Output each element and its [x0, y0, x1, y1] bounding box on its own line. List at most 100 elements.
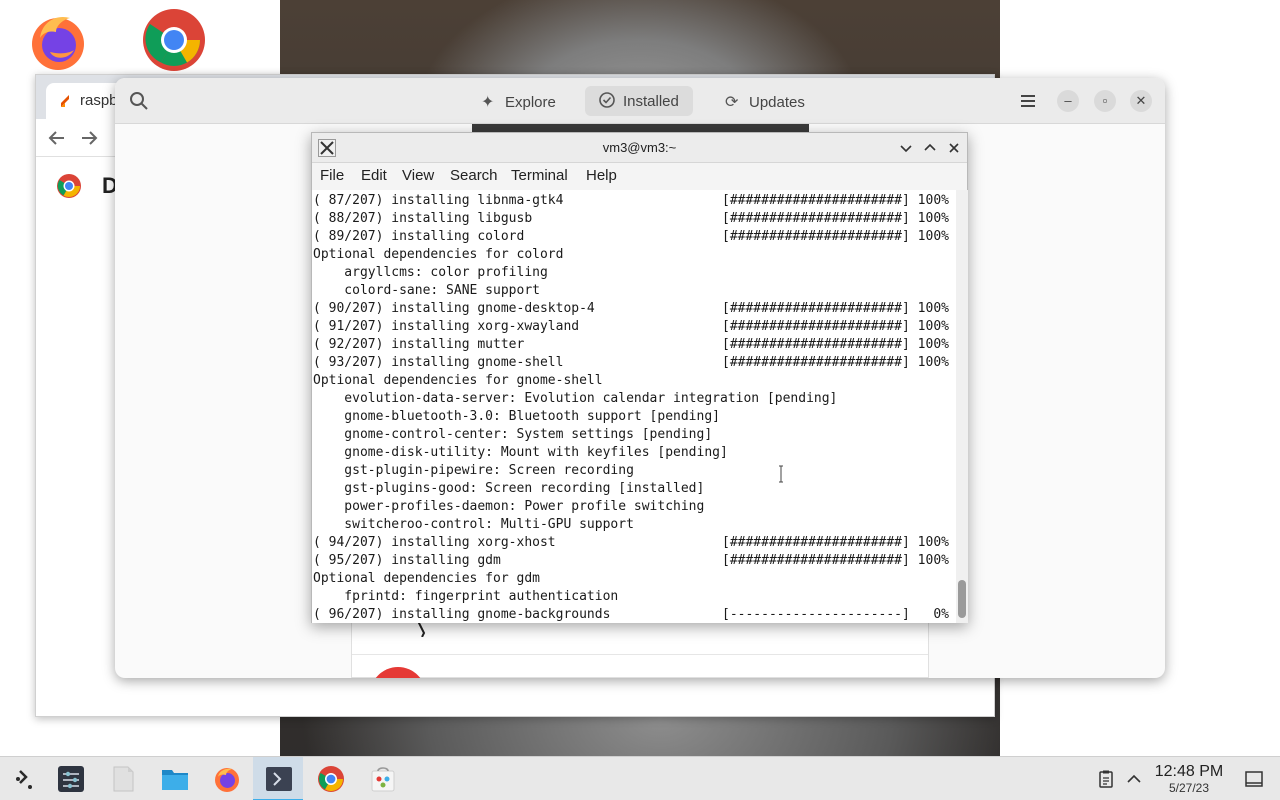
taskbar-file-manager[interactable] — [149, 757, 199, 800]
menu-search[interactable]: Search — [450, 167, 498, 184]
tab-updates-label: Updates — [749, 94, 805, 111]
terminal-line-text: fprintd: fingerprint authentication — [313, 589, 619, 604]
terminal-line-text: Optional dependencies for colord — [313, 247, 564, 262]
terminal-output-line: ( 93/207) installing gnome-shell [#######… — [313, 354, 949, 372]
menu-view[interactable]: View — [402, 167, 434, 184]
terminal-line-text: ( 95/207) installing gdm — [313, 553, 501, 568]
terminal-output-line: gnome-control-center: System settings [p… — [313, 426, 712, 444]
firefox-icon — [213, 765, 241, 793]
chevron-up-icon[interactable] — [921, 139, 939, 157]
scrollbar-thumb[interactable] — [958, 580, 966, 618]
terminal-line-text: ( 90/207) installing gnome-desktop-4 — [313, 301, 595, 316]
install-progress-bar-text: [######################] 100% — [722, 535, 949, 550]
show-desktop-icon[interactable] — [1244, 769, 1264, 789]
terminal-line-text: Optional dependencies for gdm — [313, 571, 540, 586]
tab-installed-label: Installed — [623, 93, 679, 110]
menu-help[interactable]: Help — [586, 167, 617, 184]
software-store-icon — [369, 765, 397, 793]
tray-expand-chevron-up-icon[interactable] — [1124, 769, 1144, 789]
install-progress-bar-text: [----------------------] 0% — [722, 607, 949, 622]
terminal-scrollbar[interactable] — [956, 190, 968, 623]
progress-indicator-bar — [472, 124, 809, 132]
minimize-button[interactable]: – — [1057, 90, 1079, 112]
terminal-line-text: ( 91/207) installing xorg-xwayland — [313, 319, 580, 334]
terminal-icon — [265, 765, 293, 793]
forward-arrow-icon[interactable] — [78, 127, 100, 149]
text-cursor-icon — [779, 465, 783, 483]
terminal-output-line: fprintd: fingerprint authentication — [313, 588, 618, 606]
terminal-output-line: Optional dependencies for colord — [313, 246, 563, 264]
launcher-icon — [12, 765, 40, 793]
clock-date[interactable]: 5/27/23 — [1150, 781, 1228, 795]
terminal-line-text: gst-plugins-good: Screen recording [inst… — [313, 481, 705, 496]
tab-installed[interactable]: Installed — [585, 86, 693, 116]
terminal-output[interactable]: ( 87/207) installing libnma-gtk4 [#######… — [312, 190, 956, 623]
maximize-button[interactable]: ▫ — [1094, 90, 1116, 112]
installed-check-icon — [599, 92, 617, 111]
terminal-output-line: ( 92/207) installing mutter [############… — [313, 336, 949, 354]
page-chrome-icon — [56, 173, 82, 199]
terminal-line-text: argyllcms: color profiling — [313, 265, 548, 280]
terminal-output-line: ( 87/207) installing libnma-gtk4 [#######… — [313, 192, 949, 210]
terminal-line-text: gst-plugin-pipewire: Screen recording — [313, 463, 634, 478]
close-icon[interactable] — [945, 139, 963, 157]
browser-tab-title: raspb — [80, 92, 118, 109]
terminal-line-text: gnome-bluetooth-3.0: Bluetooth support [… — [313, 409, 720, 424]
terminal-output-line: gnome-disk-utility: Mount with keyfiles … — [313, 444, 728, 462]
terminal-output-line: gst-plugin-pipewire: Screen recording — [313, 462, 634, 480]
app-icon — [370, 667, 426, 678]
tab-favicon-icon — [58, 93, 72, 109]
chrome-icon — [317, 765, 345, 793]
install-progress-bar-text: [######################] 100% — [722, 337, 949, 352]
terminal-line-text: Optional dependencies for gnome-shell — [313, 373, 603, 388]
install-progress-bar-text: [######################] 100% — [722, 229, 949, 244]
menu-edit[interactable]: Edit — [361, 167, 387, 184]
clipboard-icon[interactable] — [1096, 769, 1116, 789]
terminal-line-text: ( 88/207) installing libgusb — [313, 211, 533, 226]
taskbar-system-settings[interactable] — [45, 757, 95, 800]
taskbar-launcher[interactable] — [0, 757, 50, 800]
terminal-line-text: power-profiles-daemon: Power profile swi… — [313, 499, 705, 514]
desktop-chrome-icon[interactable] — [142, 8, 206, 72]
taskbar: 12:48 PM 5/27/23 — [0, 756, 1280, 800]
terminal-line-text: colord-sane: SANE support — [313, 283, 540, 298]
terminal-output-line: ( 95/207) installing gdm [###############… — [313, 552, 949, 570]
hamburger-menu-icon[interactable] — [1017, 90, 1039, 112]
terminal-output-line: ( 88/207) installing libgusb [###########… — [313, 210, 949, 228]
install-progress-bar-text: [######################] 100% — [722, 553, 949, 568]
terminal-line-text: gnome-control-center: System settings [p… — [313, 427, 713, 442]
clock-time[interactable]: 12:48 PM — [1150, 763, 1228, 781]
tab-updates[interactable]: ⟳ Updates — [711, 86, 819, 116]
desktop-firefox-icon[interactable] — [26, 8, 90, 72]
list-item-fragment — [417, 620, 426, 638]
explore-icon: ✦ — [481, 94, 495, 111]
terminal-line-text: gnome-disk-utility: Mount with keyfiles … — [313, 445, 728, 460]
close-button[interactable]: ✕ — [1130, 90, 1152, 112]
folder-icon — [161, 765, 189, 793]
terminal-output-line: Optional dependencies for gnome-shell — [313, 372, 603, 390]
terminal-output-line: ( 96/207) installing gnome-backgrounds [-… — [313, 606, 949, 623]
terminal-line-text: ( 89/207) installing colord — [313, 229, 525, 244]
back-arrow-icon[interactable] — [46, 127, 68, 149]
tab-explore[interactable]: ✦ Explore — [467, 86, 570, 116]
taskbar-terminal[interactable] — [253, 757, 303, 800]
terminal-output-line: gst-plugins-good: Screen recording [inst… — [313, 480, 704, 498]
install-progress-bar-text: [######################] 100% — [722, 211, 949, 226]
updates-refresh-icon: ⟳ — [725, 94, 739, 111]
tab-explore-label: Explore — [505, 94, 556, 111]
taskbar-software-center[interactable] — [357, 757, 407, 800]
chevron-down-icon[interactable] — [897, 139, 915, 157]
taskbar-document[interactable] — [97, 757, 147, 800]
terminal-window[interactable]: vm3@vm3:~ File Edit View Search Terminal… — [311, 132, 968, 623]
install-progress-bar-text: [######################] 100% — [722, 193, 949, 208]
search-icon[interactable] — [129, 91, 149, 111]
menu-file[interactable]: File — [320, 167, 344, 184]
taskbar-chrome[interactable] — [305, 757, 355, 800]
document-icon — [109, 765, 137, 793]
terminal-output-line: Optional dependencies for gdm — [313, 570, 540, 588]
terminal-output-line: gnome-bluetooth-3.0: Bluetooth support [… — [313, 408, 720, 426]
settings-sliders-icon — [57, 765, 85, 793]
menu-terminal[interactable]: Terminal — [511, 167, 568, 184]
terminal-titlebar[interactable]: vm3@vm3:~ — [312, 133, 967, 163]
taskbar-firefox[interactable] — [201, 757, 251, 800]
